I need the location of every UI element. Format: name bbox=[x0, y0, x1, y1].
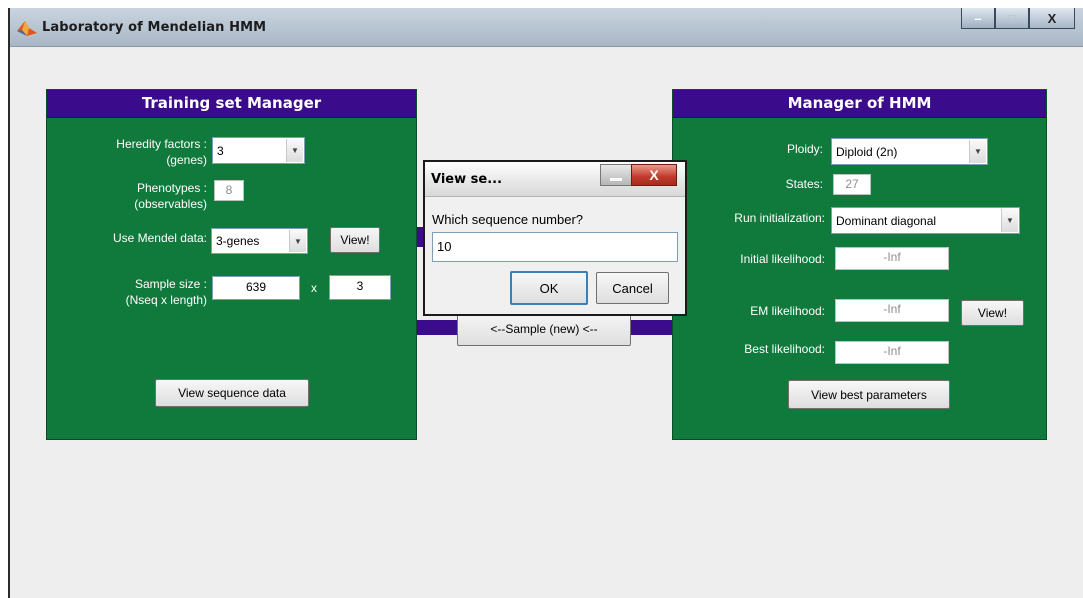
view-best-parameters-button[interactable]: View best parameters bbox=[788, 380, 950, 409]
em-likelihood-label: EM likelihood: bbox=[750, 304, 825, 318]
training-set-panel: Training set Manager Heredity factors : … bbox=[46, 89, 417, 440]
chevron-down-icon: ▼ bbox=[286, 139, 303, 162]
app-window: Laboratory of Mendelian HMM – □ X Traini… bbox=[8, 8, 1083, 598]
dialog-title-bar[interactable]: View se... X bbox=[425, 162, 685, 197]
mendel-data-label: Use Mendel data: bbox=[112, 231, 207, 245]
dialog-close-button[interactable]: X bbox=[631, 164, 677, 186]
heredity-factors-label: Heredity factors : (genes) bbox=[116, 137, 207, 167]
mendel-data-select[interactable]: 3-genes ▼ bbox=[211, 228, 308, 254]
best-likelihood-value: -Inf bbox=[835, 341, 949, 364]
sample-new-button[interactable]: <--Sample (new) <-- bbox=[457, 311, 631, 346]
phenotypes-value: 8 bbox=[214, 180, 244, 201]
hmm-manager-panel: Manager of HMM Ploidy: Diploid (2n) ▼ St… bbox=[672, 89, 1047, 440]
mendel-view-button[interactable]: View! bbox=[330, 227, 380, 253]
ploidy-value: Diploid (2n) bbox=[836, 145, 898, 159]
maximize-button[interactable]: □ bbox=[995, 8, 1029, 29]
em-view-button[interactable]: View! bbox=[961, 300, 1024, 326]
minimize-icon bbox=[610, 178, 622, 181]
chevron-down-icon: ▼ bbox=[969, 140, 986, 163]
window-title: Laboratory of Mendelian HMM bbox=[42, 20, 267, 35]
chevron-down-icon: ▼ bbox=[289, 230, 306, 252]
phenotypes-label: Phenotypes : (observables) bbox=[134, 181, 207, 211]
hmm-panel-header: Manager of HMM bbox=[673, 90, 1046, 118]
states-label: States: bbox=[785, 177, 823, 191]
dialog-title: View se... bbox=[431, 172, 503, 187]
sequence-number-input[interactable]: 10 bbox=[432, 232, 678, 262]
dialog-window-controls: X bbox=[600, 164, 677, 186]
dialog-cancel-button[interactable]: Cancel bbox=[596, 272, 669, 304]
times-symbol: x bbox=[311, 281, 317, 295]
mendel-data-value: 3-genes bbox=[216, 234, 260, 248]
ploidy-select[interactable]: Diploid (2n) ▼ bbox=[831, 138, 988, 165]
matlab-logo-icon bbox=[17, 21, 37, 36]
close-button[interactable]: X bbox=[1029, 8, 1075, 29]
heredity-factors-value: 3 bbox=[217, 144, 224, 158]
run-initialization-select[interactable]: Dominant diagonal ▼ bbox=[831, 207, 1020, 234]
best-likelihood-label: Best likelihood: bbox=[744, 342, 825, 356]
chevron-down-icon: ▼ bbox=[1001, 209, 1018, 232]
heredity-factors-select[interactable]: 3 ▼ bbox=[212, 137, 305, 164]
length-input[interactable]: 3 bbox=[329, 275, 391, 300]
training-panel-header: Training set Manager bbox=[47, 90, 416, 118]
window-controls: – □ X bbox=[961, 8, 1075, 30]
view-sequence-data-button[interactable]: View sequence data bbox=[155, 379, 309, 407]
dialog-minimize-button[interactable] bbox=[600, 164, 631, 186]
run-initialization-label: Run initialization: bbox=[734, 211, 825, 225]
initial-likelihood-value: -Inf bbox=[835, 247, 949, 270]
em-likelihood-value: -Inf bbox=[835, 299, 949, 322]
nseq-input[interactable]: 639 bbox=[212, 276, 300, 300]
ploidy-label: Ploidy: bbox=[786, 142, 823, 156]
minimize-button[interactable]: – bbox=[961, 8, 995, 29]
sequence-number-dialog: View se... X Which sequence number? 10 O… bbox=[423, 160, 687, 316]
dialog-ok-button[interactable]: OK bbox=[510, 271, 588, 305]
states-value: 27 bbox=[833, 174, 871, 195]
run-initialization-value: Dominant diagonal bbox=[836, 214, 937, 228]
initial-likelihood-label: Initial likelihood: bbox=[740, 252, 825, 266]
title-bar[interactable]: Laboratory of Mendelian HMM – □ X bbox=[10, 8, 1083, 47]
sample-size-label: Sample size : (Nseq x length) bbox=[125, 277, 207, 307]
dialog-prompt: Which sequence number? bbox=[432, 212, 584, 227]
